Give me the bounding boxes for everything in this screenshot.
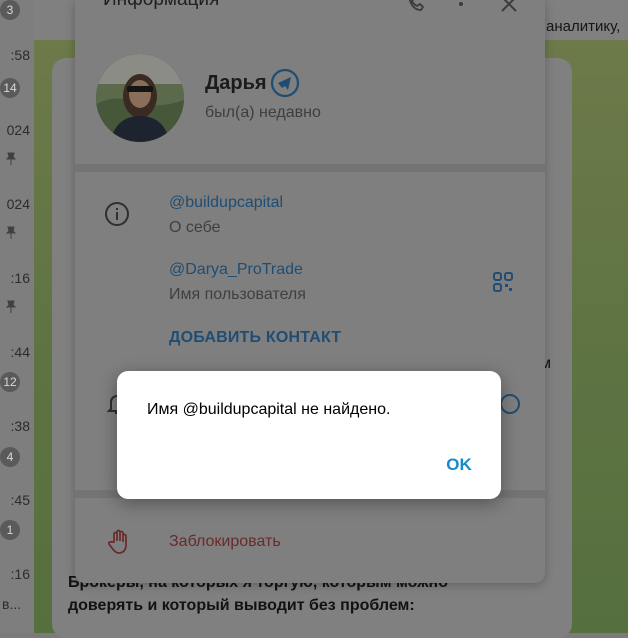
toggle-switch-icon[interactable]	[499, 393, 521, 415]
unread-badge[interactable]: 3	[0, 0, 20, 20]
profile-header: Дарья был(а) недавно	[75, 42, 545, 168]
chat-time: :16	[10, 270, 30, 286]
pin-icon	[5, 152, 17, 165]
hand-block-icon	[108, 529, 127, 554]
unread-badge[interactable]: 14	[0, 78, 20, 98]
pin-icon	[5, 300, 17, 313]
unread-badge[interactable]: 12	[0, 372, 20, 392]
user-name: Дарья	[205, 72, 267, 94]
user-status: был(а) недавно	[205, 104, 321, 121]
bio-link[interactable]: @buildupcapital	[169, 194, 283, 212]
ok-button[interactable]: OK	[437, 447, 481, 483]
chat-time: 024	[6, 122, 30, 138]
chat-header-text: аналитику,	[546, 18, 621, 35]
avatar-photo	[96, 54, 184, 142]
unread-badge[interactable]: 1	[0, 520, 20, 540]
panel-title: Информация	[103, 0, 219, 11]
chat-time: :38	[10, 418, 30, 434]
unread-badge[interactable]: 4	[0, 447, 20, 467]
chat-time: 024	[6, 196, 30, 212]
block-user-button[interactable]: Заблокировать	[169, 533, 281, 551]
section-divider	[75, 164, 545, 172]
more-vertical-icon[interactable]	[449, 0, 473, 16]
add-contact-button[interactable]: ДОБАВИТЬ КОНТАКТ	[169, 329, 341, 347]
qr-code-icon[interactable]	[491, 270, 515, 294]
bio-caption: О себе	[169, 219, 221, 236]
alert-dialog: Имя @buildupcapital не найдено. OK	[117, 371, 501, 499]
dialog-message: Имя @buildupcapital не найдено.	[147, 401, 391, 418]
username-caption: Имя пользователя	[169, 286, 306, 303]
message-line: доверять и который выводит без проблем:	[68, 597, 415, 614]
close-icon[interactable]	[497, 0, 521, 16]
chat-time: :45	[10, 492, 30, 508]
avatar[interactable]	[96, 54, 184, 142]
chat-preview: в...	[2, 596, 22, 612]
pin-icon	[5, 226, 17, 239]
chat-list-sidebar: 3 :58 14 024 024 :16 :44 12 :38 4 :45 1 …	[0, 0, 34, 633]
verified-icon	[270, 68, 300, 98]
phone-icon[interactable]	[405, 0, 429, 16]
chat-time: :44	[10, 344, 30, 360]
chat-time: :58	[10, 47, 30, 63]
info-icon	[105, 202, 129, 226]
chat-time: :16	[10, 566, 30, 582]
username-link[interactable]: @Darya_ProTrade	[169, 261, 303, 279]
